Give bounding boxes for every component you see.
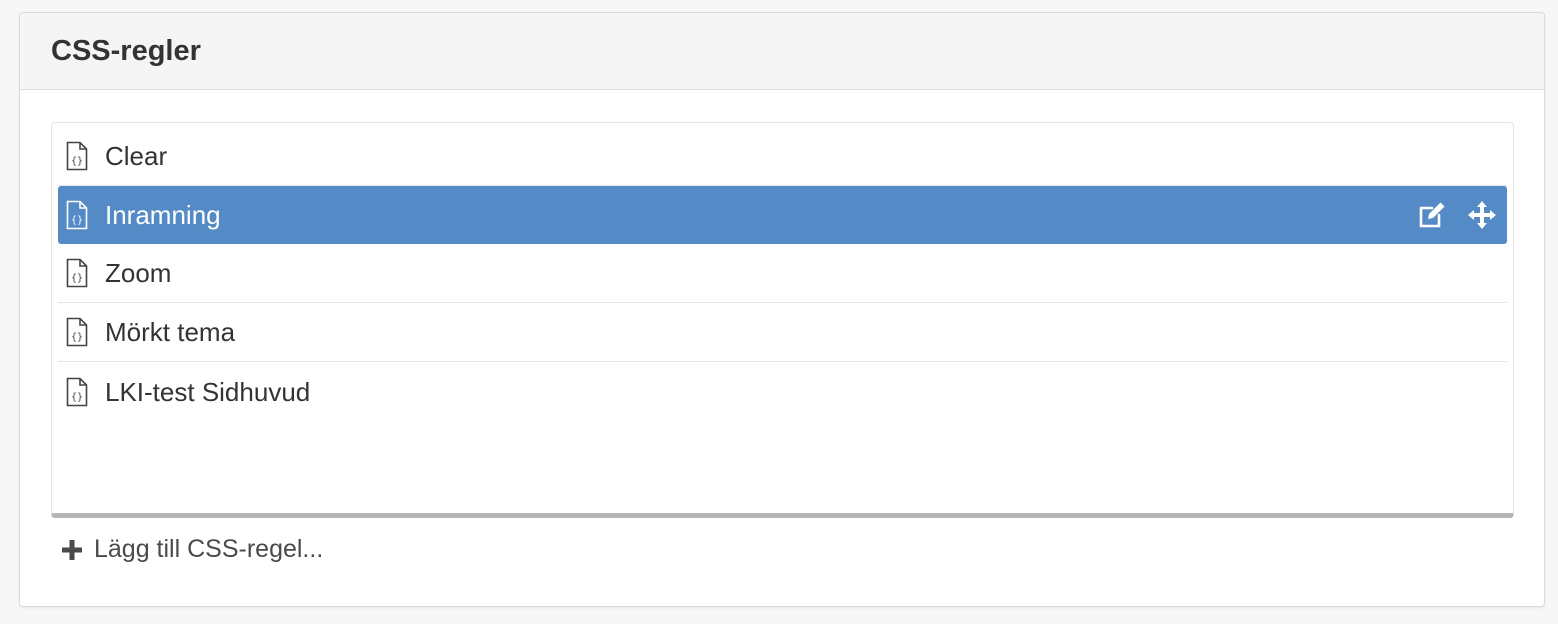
rule-item-inramning[interactable]: {} Inramning [58,186,1507,244]
rule-label: Inramning [105,199,221,230]
rule-label: Clear [105,141,168,171]
rule-list-box: {} Clear {} Inramning {} Zoom {} Mörkt t… [51,122,1514,518]
css-file-icon: {} [66,258,88,288]
rule-label: Mörkt tema [105,317,236,347]
rule-label: Zoom [105,258,172,288]
svg-text:{}: {} [71,332,83,343]
svg-text:{}: {} [71,273,83,284]
css-file-icon: {} [66,200,88,229]
rule-item-zoom[interactable]: {} Zoom [58,244,1507,303]
panel-header: CSS-regler [20,13,1544,90]
row-actions [1417,186,1497,243]
css-rules-panel: CSS-regler {} Clear {} Inramning {} Zoom… [19,12,1545,607]
css-file-icon: {} [66,377,88,406]
move-icon[interactable] [1467,200,1497,230]
rule-list: {} Clear {} Inramning {} Zoom {} Mörkt t… [58,127,1507,421]
add-css-rule-button[interactable]: Lägg till CSS-regel... [60,535,323,564]
add-css-rule-label: Lägg till CSS-regel... [94,535,324,563]
svg-text:{}: {} [71,392,83,403]
rule-label: LKI-test Sidhuvud [105,376,311,407]
svg-text:{}: {} [71,156,83,167]
plus-icon [62,539,82,560]
panel-title: CSS-regler [51,35,201,67]
rule-item-clear[interactable]: {} Clear [58,127,1507,186]
css-file-icon: {} [66,141,88,171]
css-file-icon: {} [66,317,88,347]
svg-text:{}: {} [71,215,83,226]
rule-item-lki-test-sidhuvud[interactable]: {} LKI-test Sidhuvud [58,362,1507,421]
rule-item-morkt-tema[interactable]: {} Mörkt tema [58,303,1507,362]
edit-icon[interactable] [1417,200,1447,230]
